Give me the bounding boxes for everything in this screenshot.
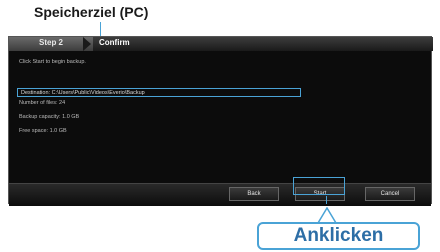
intro-text: Click Start to begin backup. <box>19 59 86 65</box>
step-arrow-icon <box>83 37 91 51</box>
click-caption: Anklicken <box>293 225 384 246</box>
click-callout: Anklicken <box>257 222 420 250</box>
button-bar: Back Start Cancel <box>9 183 431 206</box>
callout-connector-line <box>326 196 327 204</box>
destination-path: Destination: C:\Users\Public\Videos\Ever… <box>21 90 145 96</box>
wizard-step-bar: Step 2 Confirm <box>9 37 433 51</box>
free-space: Free space: 1.0 GB <box>19 128 67 134</box>
start-button-highlight <box>293 177 345 195</box>
cancel-button[interactable]: Cancel <box>365 187 415 201</box>
file-count: Number of files: 24 <box>19 100 66 106</box>
destination-path-highlight: Destination: C:\Users\Public\Videos\Ever… <box>17 88 301 97</box>
backup-wizard-window: Step 2 Confirm Click Start to begin back… <box>8 36 433 206</box>
destination-caption: Speicherziel (PC) <box>34 4 149 20</box>
current-step-label: Confirm <box>99 38 130 47</box>
back-button[interactable]: Back <box>229 187 279 201</box>
step-label: Step 2 <box>39 38 64 47</box>
backup-capacity: Backup capacity: 1.0 GB <box>19 114 80 120</box>
current-step-tab <box>93 37 433 51</box>
callout-tail-icon <box>317 207 337 223</box>
